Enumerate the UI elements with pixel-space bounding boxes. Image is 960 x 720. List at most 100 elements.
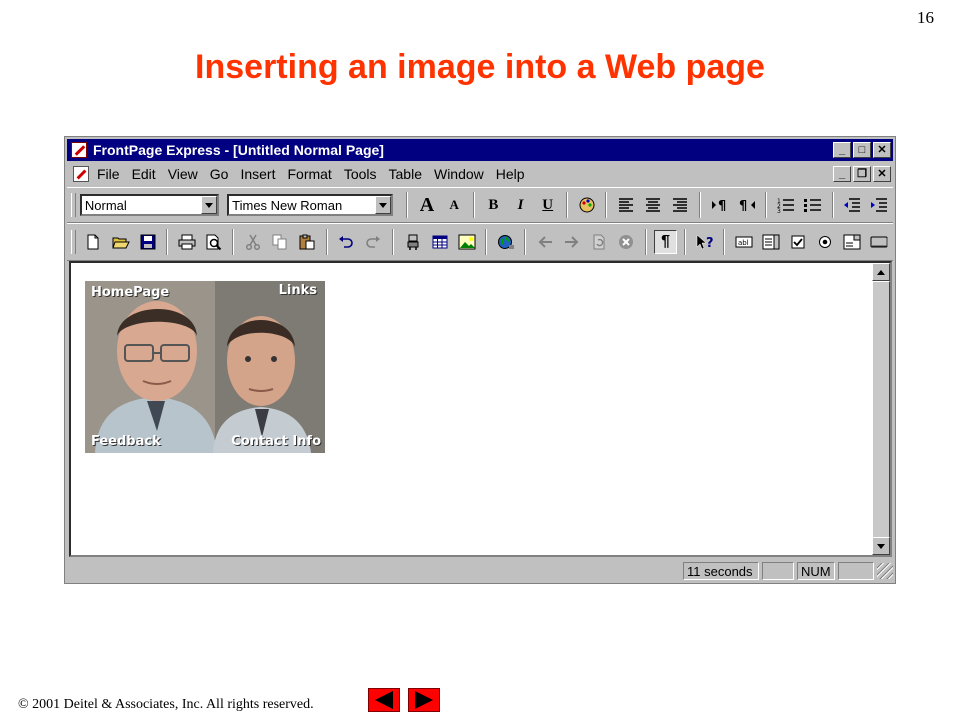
- checkbox-button[interactable]: [786, 230, 809, 254]
- toolbar-separator: [232, 229, 235, 255]
- menu-format[interactable]: Format: [287, 166, 331, 182]
- align-center-icon: [646, 198, 661, 212]
- chevron-down-icon[interactable]: [375, 196, 392, 214]
- maximize-button[interactable]: □: [853, 142, 871, 158]
- doc-close-button[interactable]: ✕: [873, 166, 891, 182]
- status-num-lock: NUM: [797, 562, 835, 580]
- menu-insert[interactable]: Insert: [240, 166, 275, 182]
- italic-button[interactable]: I: [509, 193, 532, 217]
- scroll-thumb[interactable]: [872, 281, 890, 539]
- increase-indent-button[interactable]: [868, 193, 891, 217]
- text-color-button[interactable]: [575, 193, 598, 217]
- scroll-down-button[interactable]: [872, 537, 890, 555]
- decrease-indent-button[interactable]: [841, 193, 864, 217]
- copy-button[interactable]: [269, 230, 292, 254]
- cut-button[interactable]: [241, 230, 264, 254]
- increase-font-icon: A: [419, 193, 435, 216]
- indent-icon: [871, 198, 888, 212]
- scrolling-textbox-button[interactable]: [759, 230, 782, 254]
- inserted-image[interactable]: HomePage Links Feedback Contact Info: [85, 281, 325, 453]
- doc-restore-button[interactable]: ❐: [853, 166, 871, 182]
- scroll-up-button[interactable]: [872, 263, 890, 281]
- forward-button[interactable]: [561, 230, 584, 254]
- push-button-button[interactable]: [868, 230, 891, 254]
- toolbar-grip[interactable]: [71, 230, 76, 254]
- bold-button[interactable]: B: [482, 193, 505, 217]
- document-icon[interactable]: [73, 166, 89, 182]
- previous-slide-button[interactable]: [368, 688, 400, 712]
- align-center-button[interactable]: [642, 193, 665, 217]
- status-bar: 11 seconds NUM: [67, 561, 893, 581]
- menu-go[interactable]: Go: [210, 166, 229, 182]
- align-right-button[interactable]: [669, 193, 692, 217]
- doc-minimize-button[interactable]: _: [833, 166, 851, 182]
- underline-button[interactable]: U: [536, 193, 559, 217]
- bulleted-list-button[interactable]: [802, 193, 825, 217]
- new-button[interactable]: [82, 230, 105, 254]
- toolbar-separator: [605, 192, 608, 218]
- menu-bar: File Edit View Go Insert Format Tools Ta…: [67, 163, 893, 185]
- title-bar[interactable]: FrontPage Express - [Untitled Normal Pag…: [67, 139, 893, 161]
- vertical-scrollbar[interactable]: [872, 263, 890, 555]
- stop-button[interactable]: [615, 230, 638, 254]
- image-label-contact-info: Contact Info: [231, 434, 321, 449]
- radio-button-button[interactable]: [814, 230, 837, 254]
- menu-window[interactable]: Window: [434, 166, 484, 182]
- print-preview-button[interactable]: [202, 230, 225, 254]
- decrease-font-size-button[interactable]: A: [443, 193, 466, 217]
- undo-icon: [339, 236, 354, 248]
- save-disk-icon: [140, 234, 156, 250]
- numbered-list-button[interactable]: 123: [774, 193, 797, 217]
- document-editing-area[interactable]: HomePage Links Feedback Contact Info: [69, 261, 892, 557]
- redo-button[interactable]: [362, 230, 385, 254]
- paste-button[interactable]: [296, 230, 319, 254]
- toolbar-grip[interactable]: [71, 193, 76, 217]
- toolbar-separator: [392, 229, 395, 255]
- menu-table[interactable]: Table: [389, 166, 422, 182]
- menu-help[interactable]: Help: [496, 166, 525, 182]
- one-line-textbox-button[interactable]: abl: [732, 230, 755, 254]
- resize-grip-icon[interactable]: [877, 563, 893, 579]
- menu-tools[interactable]: Tools: [344, 166, 377, 182]
- insert-webbot-button[interactable]: [401, 230, 424, 254]
- dropdown-list-icon: [843, 234, 861, 250]
- toolbar-separator: [644, 229, 647, 255]
- menu-view[interactable]: View: [168, 166, 198, 182]
- toolbar-separator: [485, 229, 488, 255]
- insert-image-button[interactable]: [455, 230, 478, 254]
- increase-font-size-button[interactable]: A: [415, 193, 438, 217]
- image-icon: [458, 234, 476, 250]
- align-left-button[interactable]: [614, 193, 637, 217]
- dropdown-menu-button[interactable]: [841, 230, 864, 254]
- print-button[interactable]: [175, 230, 198, 254]
- font-dropdown[interactable]: Times New Roman: [227, 194, 394, 216]
- show-all-button[interactable]: ¶: [653, 230, 678, 254]
- save-button[interactable]: [136, 230, 159, 254]
- menu-edit[interactable]: Edit: [132, 166, 156, 182]
- undo-button[interactable]: [335, 230, 358, 254]
- refresh-button[interactable]: [588, 230, 611, 254]
- help-pointer-button[interactable]: ?: [693, 230, 716, 254]
- open-button[interactable]: [109, 230, 132, 254]
- align-left-icon: [619, 198, 634, 212]
- menu-file[interactable]: File: [97, 166, 120, 182]
- chevron-down-icon[interactable]: [201, 196, 218, 214]
- frontpage-app-icon[interactable]: [71, 142, 87, 158]
- rtl-paragraph-button[interactable]: ¶: [735, 193, 758, 217]
- back-button[interactable]: [533, 230, 556, 254]
- globe-link-icon: [497, 235, 514, 249]
- print-preview-icon: [206, 234, 222, 250]
- style-dropdown[interactable]: Normal: [79, 194, 220, 216]
- minimize-button[interactable]: _: [833, 142, 851, 158]
- toolbar-separator: [406, 192, 409, 218]
- next-slide-button[interactable]: [408, 688, 440, 712]
- open-folder-icon: [111, 237, 130, 249]
- close-button[interactable]: ✕: [873, 142, 891, 158]
- slide-title: Inserting an image into a Web page: [195, 48, 765, 86]
- ltr-paragraph-button[interactable]: ¶: [708, 193, 731, 217]
- insert-hyperlink-button[interactable]: [494, 230, 517, 254]
- slide-number: 16: [917, 8, 934, 27]
- insert-table-button[interactable]: [428, 230, 451, 254]
- arrow-left-icon: [538, 236, 553, 248]
- window-title: FrontPage Express - [Untitled Normal Pag…: [93, 142, 384, 158]
